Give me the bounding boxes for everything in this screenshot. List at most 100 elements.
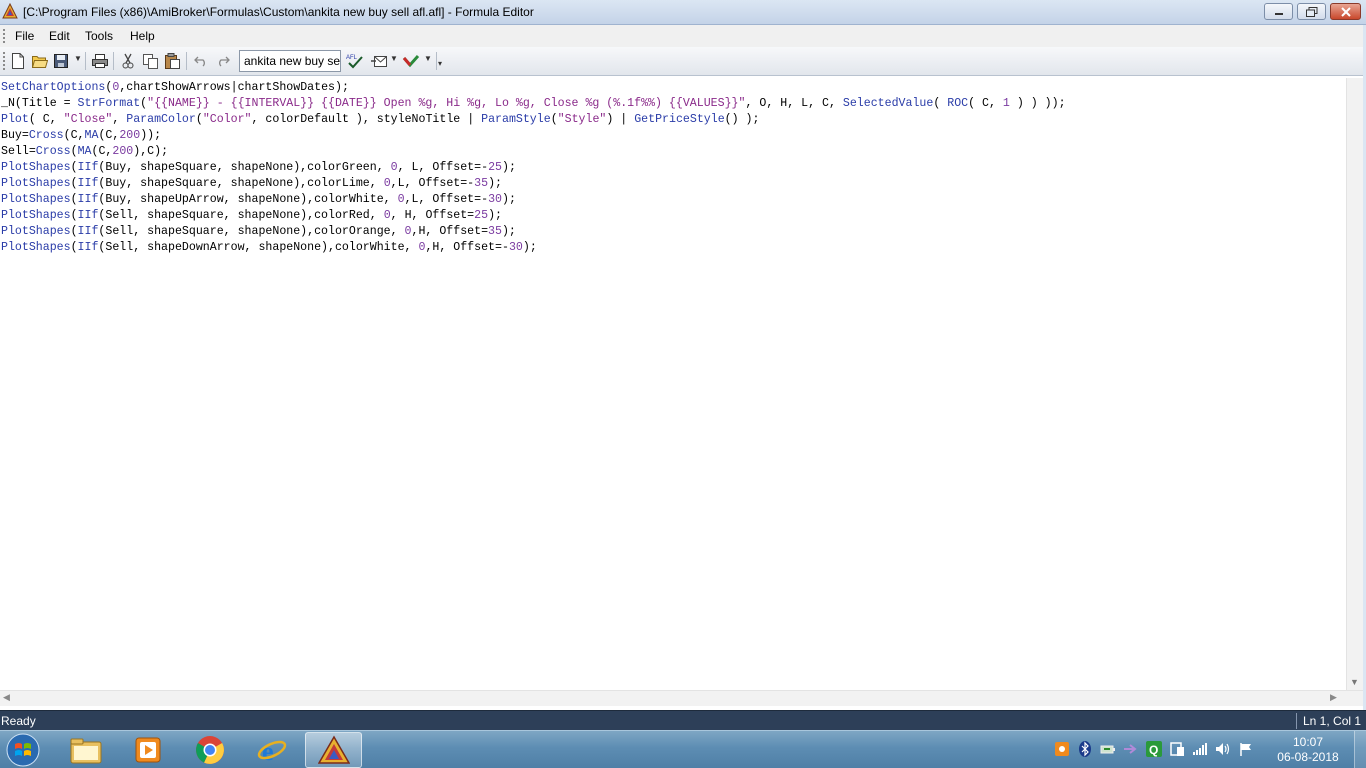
bluetooth-icon[interactable] (1077, 741, 1093, 757)
action-flag-icon (1240, 743, 1251, 756)
close-button[interactable] (1330, 3, 1361, 20)
copy-button[interactable] (141, 52, 159, 70)
apply-indicator-button[interactable] (402, 52, 420, 70)
toolbar-separator (186, 52, 187, 70)
save-button[interactable] (52, 52, 70, 70)
toolbar-grip-handle[interactable] (3, 52, 5, 70)
menu-help[interactable]: Help (126, 28, 159, 44)
code-line[interactable]: PlotShapes(IIf(Sell, shapeSquare, shapeN… (1, 224, 1066, 240)
code-token: , O, H, L, C, (745, 97, 843, 110)
flag-icon[interactable] (1238, 741, 1254, 757)
scroll-right-arrow-icon[interactable]: ▶ (1330, 692, 1337, 703)
code-line[interactable]: Buy=Cross(C,MA(C,200)); (1, 128, 1066, 144)
media-player-icon (135, 737, 160, 763)
menu-file[interactable]: File (11, 28, 38, 44)
code-token: IIf (77, 209, 99, 222)
code-line[interactable]: Plot( C, "Close", ParamColor("Color", co… (1, 112, 1066, 128)
code-line[interactable]: PlotShapes(IIf(Buy, shapeUpArrow, shapeN… (1, 192, 1066, 208)
start-button[interactable] (3, 732, 43, 768)
menu-grip-handle[interactable] (3, 29, 5, 43)
code-token: 35 (474, 177, 489, 190)
open-file-button[interactable] (31, 52, 49, 70)
folder-icon (70, 738, 101, 764)
restore-button[interactable] (1297, 3, 1326, 20)
amibroker-logo-icon (2, 3, 18, 19)
verify-syntax-button[interactable]: AFL (346, 52, 364, 70)
code-token: PlotShapes (1, 193, 71, 206)
save-dropdown-arrow-icon[interactable]: ▼ (74, 54, 82, 63)
cut-button[interactable] (119, 52, 137, 70)
code-line[interactable]: PlotShapes(IIf(Buy, shapeSquare, shapeNo… (1, 160, 1066, 176)
new-file-button[interactable] (9, 52, 27, 70)
code-token: (Sell, shapeSquare, shapeNone),colorOran… (98, 225, 405, 238)
code-token: IIf (77, 161, 99, 174)
code-line[interactable]: _N(Title = StrFormat ("{{NAME}} - {{INTER… (1, 96, 1066, 112)
code-token: 1 (1002, 97, 1010, 110)
code-token: ); (501, 161, 516, 174)
code-token: GetPriceStyle (634, 113, 725, 126)
code-token: MA (77, 145, 92, 158)
code-content[interactable]: SetChartOptions (0 ,chartShowArrows|chartS… (1, 80, 1066, 256)
toolbar-overflow-icon[interactable]: ▾ (438, 59, 442, 68)
formula-name-field[interactable]: ankita new buy se (239, 50, 341, 72)
taskbar-amibroker[interactable] (305, 732, 362, 768)
code-token: ( (70, 161, 78, 174)
scroll-left-arrow-icon[interactable]: ◀ (3, 692, 10, 703)
vertical-scrollbar[interactable] (1346, 78, 1363, 690)
code-line[interactable]: Sell=Cross(MA(C,200),C); (1, 144, 1066, 160)
horizontal-scrollbar[interactable]: ◀ ▶ (0, 690, 1363, 706)
code-token: IIf (77, 177, 99, 190)
clock-date: 06-08-2018 (1277, 750, 1339, 764)
show-desktop-button[interactable] (1354, 731, 1366, 768)
code-token: ( (550, 113, 558, 126)
svg-text:AFL: AFL (346, 55, 358, 61)
print-button[interactable] (91, 52, 109, 70)
code-line[interactable]: SetChartOptions(0,chartShowArrows|chartS… (1, 80, 1066, 96)
send-dropdown-arrow-icon[interactable]: ▼ (390, 54, 398, 63)
code-line[interactable]: PlotShapes(IIf(Sell, shapeDownArrow, sha… (1, 240, 1066, 256)
code-line[interactable]: PlotShapes(IIf(Buy, shapeSquare, shapeNo… (1, 176, 1066, 192)
send-to-chart-icon (371, 56, 387, 67)
undo-icon (194, 56, 205, 67)
menu-edit[interactable]: Edit (45, 28, 74, 44)
battery-icon[interactable] (1100, 741, 1116, 757)
code-token: (Buy, shapeSquare, shapeNone),colorGreen… (98, 161, 391, 174)
action-center-icon[interactable] (1169, 741, 1185, 757)
taskbar-media-player[interactable] (119, 732, 176, 768)
code-token: ParamStyle (481, 113, 551, 126)
signal-strength-icon[interactable] (1192, 741, 1208, 757)
code-token: (C, (63, 129, 85, 142)
code-token: MA (84, 129, 99, 142)
code-token: (Sell, shapeSquare, shapeNone),colorRed, (98, 209, 384, 222)
code-token: () ); (724, 113, 760, 126)
q-app-icon: Q (1146, 741, 1162, 757)
minimize-button[interactable] (1264, 3, 1293, 20)
undo-button[interactable] (192, 52, 210, 70)
redo-button[interactable] (214, 52, 232, 70)
code-token: , H, Offset= (390, 209, 475, 222)
code-token: ); (488, 209, 502, 222)
scroll-down-arrow-icon[interactable]: ▼ (1346, 673, 1363, 690)
code-token: ( (933, 97, 948, 110)
code-line[interactable]: PlotShapes(IIf(Sell, shapeSquare, shapeN… (1, 208, 1066, 224)
code-token: 0 (383, 177, 391, 190)
menu-tools[interactable]: Tools (81, 28, 117, 44)
apply-dropdown-arrow-icon[interactable]: ▼ (424, 54, 432, 63)
code-token: )); (140, 129, 162, 142)
tray-app-icon[interactable] (1054, 741, 1070, 757)
save-icon (54, 54, 68, 68)
taskbar-internet-explorer[interactable]: e (243, 732, 300, 768)
send-to-chart-button[interactable] (370, 52, 388, 70)
code-token: , L, Offset=- (397, 161, 489, 174)
tray-q-icon[interactable]: Q (1146, 741, 1162, 757)
taskbar-explorer[interactable] (57, 732, 114, 768)
taskbar-chrome[interactable] (181, 732, 238, 768)
paste-button[interactable] (163, 52, 181, 70)
code-editor[interactable]: SetChartOptions (0 ,chartShowArrows|chartS… (0, 78, 1346, 690)
code-token: (C, (98, 129, 120, 142)
taskbar-clock[interactable]: 10:07 06-08-2018 (1275, 735, 1341, 765)
forward-arrow-icon (1124, 744, 1137, 754)
toolbar: ▼ ankita new buy se AFL ▼ ▼ ▾ (0, 47, 1366, 76)
tray-arrow-icon[interactable] (1123, 741, 1139, 757)
volume-icon[interactable] (1215, 741, 1231, 757)
